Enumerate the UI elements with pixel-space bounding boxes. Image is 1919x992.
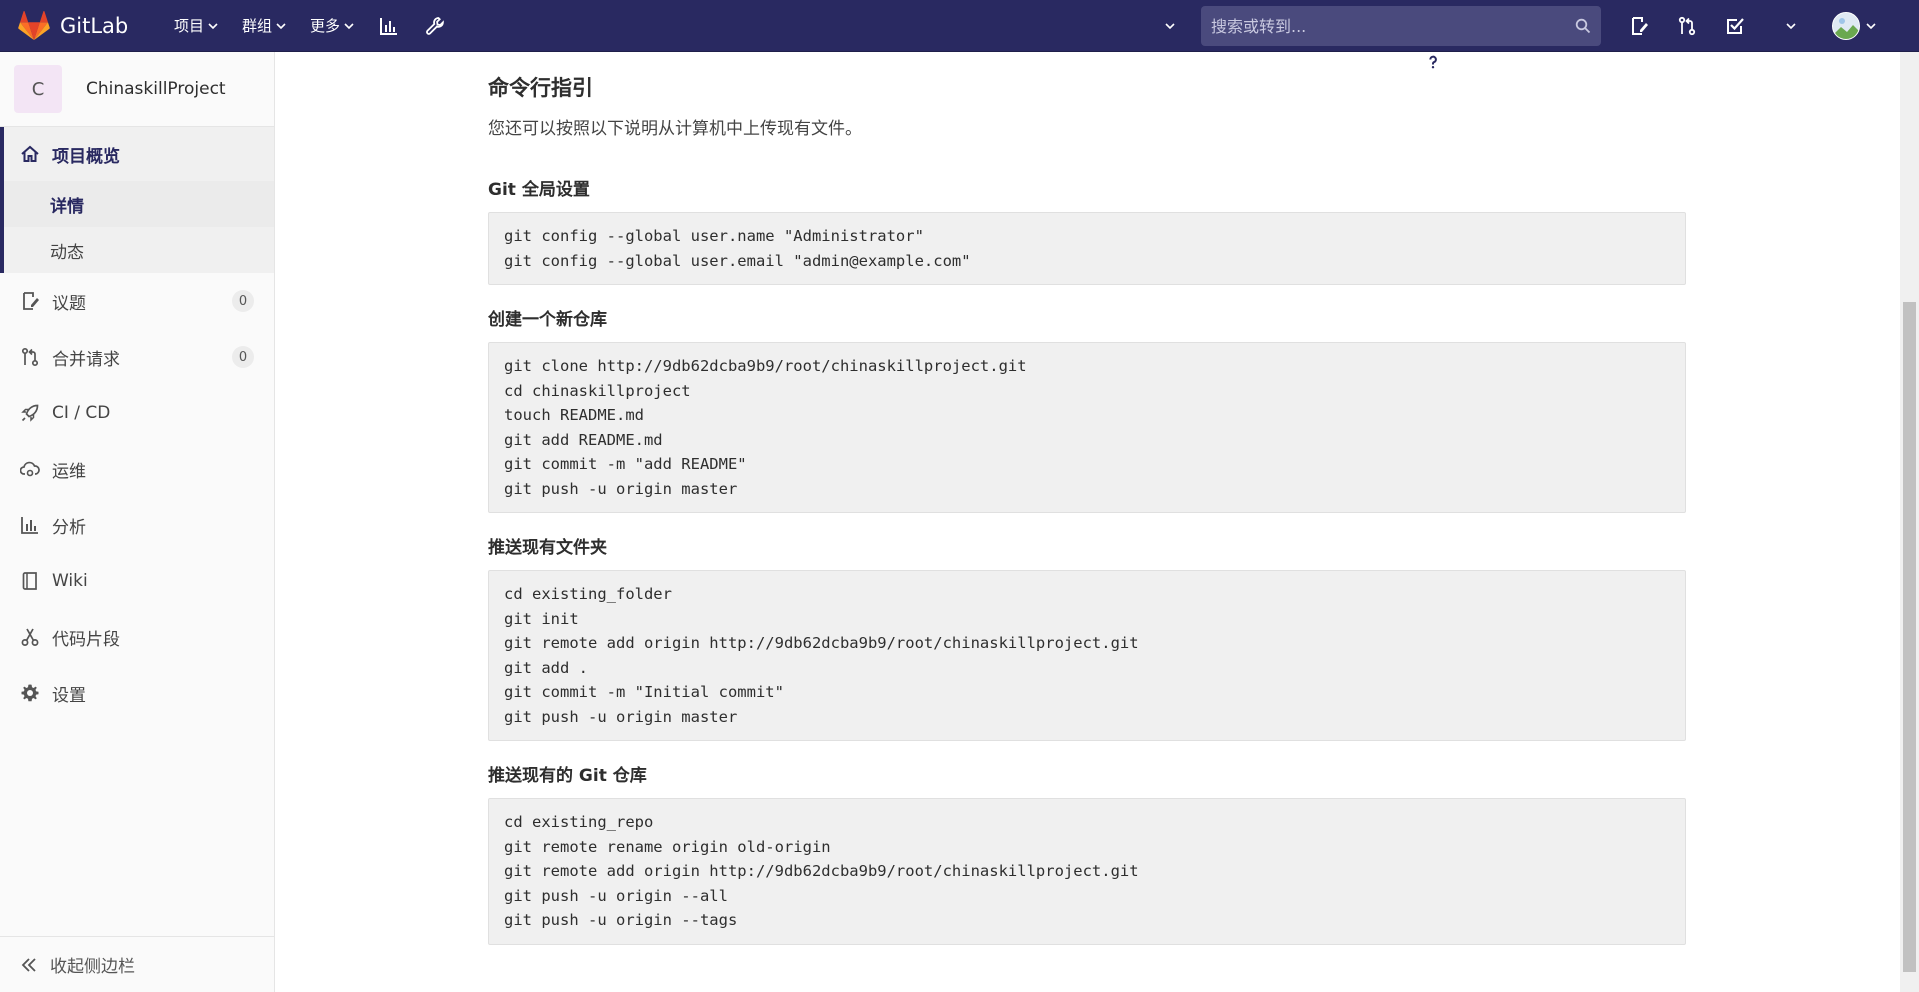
chevron-down-icon (1165, 23, 1175, 30)
sidebar-item-merge-requests[interactable]: 合并请求 0 (0, 329, 274, 385)
sidebar-item-operations[interactable]: 运维 (0, 441, 274, 497)
page-title: 命令行指引 (488, 76, 593, 100)
nav-projects-label: 项目 (174, 17, 205, 35)
avatar-placeholder-icon (1833, 13, 1859, 39)
user-menu-dropdown[interactable] (1819, 0, 1889, 52)
user-avatar (1832, 12, 1860, 40)
help-dropdown[interactable] (1424, 0, 1819, 71)
merge-requests-shortcut-button[interactable] (1663, 0, 1711, 52)
sidebar-item-snippets[interactable]: 代码片段 (0, 609, 274, 665)
bar-chart-icon (380, 17, 398, 35)
home-icon (21, 145, 39, 162)
scrollbar-thumb[interactable] (1903, 302, 1916, 972)
merge-request-icon (1678, 16, 1696, 36)
merge-requests-count-badge: 0 (232, 346, 254, 368)
sidebar-item-analytics[interactable]: 分析 (0, 497, 274, 553)
top-navbar: GitLab 项目 群组 更多 (0, 0, 1919, 71)
chevron-down-icon (1866, 23, 1876, 30)
push-folder-code[interactable]: cd existing_folder git init git remote a… (488, 570, 1686, 741)
sidebar-subitem-details[interactable]: 详情 (4, 181, 274, 227)
sidebar-item-wiki-label: Wiki (52, 571, 88, 591)
todo-check-icon (1727, 18, 1744, 34)
collapse-sidebar-button[interactable]: 收起侧边栏 (0, 936, 274, 992)
collapse-sidebar-label: 收起侧边栏 (50, 957, 135, 977)
command-line-instructions: 命令行指引 您还可以按照以下说明从计算机中上传现有文件。 Git 全局设置 gi… (488, 52, 1686, 945)
push-folder-title: 推送现有文件夹 (488, 538, 607, 558)
issues-shortcut-button[interactable] (1615, 0, 1663, 52)
page-scrollbar[interactable] (1900, 52, 1919, 992)
nav-groups-label: 群组 (242, 17, 273, 35)
sidebar-item-overview-label: 项目概览 (52, 146, 120, 167)
sidebar-project-header[interactable]: C ChinaskillProject (0, 52, 274, 126)
issues-icon (1632, 17, 1648, 35)
sidebar-menu: 项目概览 详情 动态 议题 0 合并请求 0 CI / CD 运维 分析 Wik… (0, 126, 274, 721)
sidebar-item-issues-label: 议题 (52, 293, 86, 314)
gitlab-home-link[interactable]: GitLab (18, 0, 138, 52)
push-repo-title: 推送现有的 Git 仓库 (488, 766, 647, 786)
sidebar-subitem-activity[interactable]: 动态 (4, 227, 274, 273)
sidebar-item-settings[interactable]: 设置 (0, 665, 274, 721)
git-global-setup-code[interactable]: git config --global user.name "Administr… (488, 212, 1686, 285)
project-name: ChinaskillProject (86, 79, 226, 99)
instructions-lead: 您还可以按照以下说明从计算机中上传现有文件。 (488, 119, 862, 139)
sidebar-item-merge-requests-label: 合并请求 (52, 349, 120, 370)
project-sidebar: C ChinaskillProject 项目概览 详情 动态 议题 0 合并请求… (0, 52, 275, 992)
book-icon (22, 572, 37, 590)
rocket-icon (21, 404, 39, 422)
search-icon[interactable] (1575, 18, 1591, 34)
nav-more-label: 更多 (310, 17, 341, 35)
sidebar-item-ci-cd-label: CI / CD (52, 403, 111, 423)
sidebar-item-ci-cd[interactable]: CI / CD (0, 385, 274, 441)
chevron-down-icon (276, 22, 286, 29)
sidebar-item-analytics-label: 分析 (52, 517, 86, 538)
double-chevron-left-icon (21, 957, 36, 972)
nav-menu: 项目 群组 更多 (162, 0, 458, 52)
sidebar-group-overview: 项目概览 详情 动态 (0, 127, 274, 273)
search-input[interactable] (1211, 16, 1575, 36)
bar-chart-icon (21, 517, 38, 534)
issues-count-badge: 0 (232, 290, 254, 312)
activity-chart-button[interactable] (366, 0, 412, 52)
project-avatar: C (14, 65, 62, 113)
todos-shortcut-button[interactable] (1711, 0, 1759, 52)
chevron-down-icon (208, 22, 218, 29)
admin-area-button[interactable] (412, 0, 458, 52)
brand-name: GitLab (60, 13, 129, 38)
scissors-icon (21, 628, 39, 646)
search-box (1201, 6, 1601, 46)
sidebar-item-overview[interactable]: 项目概览 (4, 127, 274, 181)
create-repo-code[interactable]: git clone http://9db62dcba9b9/root/china… (488, 342, 1686, 513)
main-content: 命令行指引 您还可以按照以下说明从计算机中上传现有文件。 Git 全局设置 gi… (276, 52, 1900, 992)
wrench-icon (426, 16, 444, 35)
sidebar-item-settings-label: 设置 (52, 685, 86, 706)
sidebar-item-snippets-label: 代码片段 (52, 629, 120, 650)
navbar-right (1147, 0, 1919, 71)
sidebar-item-wiki[interactable]: Wiki (0, 553, 274, 609)
create-repo-title: 创建一个新仓库 (488, 310, 607, 330)
push-repo-code[interactable]: cd existing_repo git remote rename origi… (488, 798, 1686, 945)
overview-submenu: 详情 动态 (4, 181, 274, 273)
chevron-down-icon (344, 22, 354, 29)
merge-request-icon (21, 347, 39, 367)
nav-more-dropdown[interactable]: 更多 (298, 0, 366, 52)
nav-groups-dropdown[interactable]: 群组 (230, 0, 298, 52)
git-global-setup-title: Git 全局设置 (488, 180, 590, 200)
sidebar-item-operations-label: 运维 (52, 461, 86, 482)
cloud-gear-icon (20, 461, 40, 477)
gitlab-logo-icon (18, 10, 50, 40)
gear-icon (21, 684, 39, 702)
nav-projects-dropdown[interactable]: 项目 (162, 0, 230, 52)
sidebar-item-issues[interactable]: 议题 0 (0, 273, 274, 329)
issues-icon (23, 292, 39, 310)
chevron-down-icon (1786, 23, 1796, 30)
new-item-dropdown[interactable] (1147, 0, 1440, 69)
